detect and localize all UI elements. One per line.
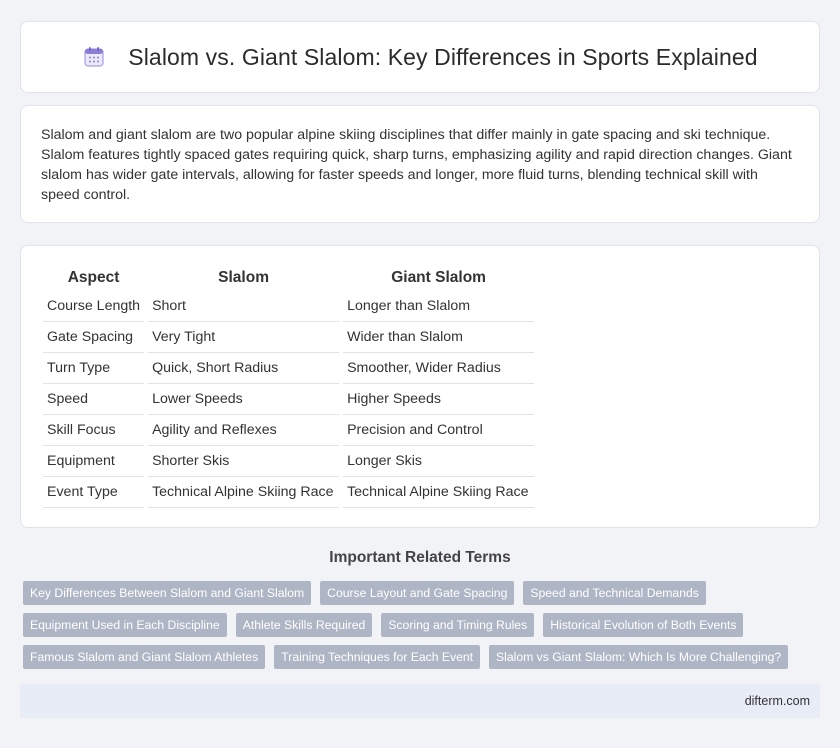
table-cell: Equipment bbox=[43, 446, 145, 477]
table-cell: Quick, Short Radius bbox=[148, 353, 340, 384]
table-row: Turn Type Quick, Short Radius Smoother, … bbox=[43, 353, 535, 384]
related-terms-title: Important Related Terms bbox=[329, 549, 511, 566]
intro-card: Slalom and giant slalom are two popular … bbox=[20, 105, 820, 223]
column-header-giant-slalom: Giant Slalom bbox=[391, 269, 486, 286]
table-cell: Course Length bbox=[43, 291, 145, 322]
table-cell: Higher Speeds bbox=[343, 384, 535, 415]
table-cell: Short bbox=[148, 291, 340, 322]
header-card: Slalom vs. Giant Slalom: Key Differences… bbox=[20, 21, 820, 93]
table-cell: Precision and Control bbox=[343, 415, 535, 446]
page-title: Slalom vs. Giant Slalom: Key Differences… bbox=[128, 43, 758, 70]
intro-paragraph: Slalom and giant slalom are two popular … bbox=[41, 127, 792, 203]
table-cell: Skill Focus bbox=[43, 415, 145, 446]
table-cell: Wider than Slalom bbox=[343, 322, 535, 353]
table-row: Gate Spacing Very Tight Wider than Slalo… bbox=[43, 322, 535, 353]
related-term-tag[interactable]: Slalom vs Giant Slalom: Which Is More Ch… bbox=[489, 645, 789, 669]
table-cell: Technical Alpine Skiing Race bbox=[343, 477, 535, 508]
calendar-icon bbox=[84, 47, 104, 67]
related-term-tag[interactable]: Athlete Skills Required bbox=[235, 613, 373, 637]
comparison-table: Aspect Slalom Giant Slalom Course Length… bbox=[39, 265, 538, 508]
table-cell: Gate Spacing bbox=[43, 322, 145, 353]
footer-domain[interactable]: difterm.com bbox=[745, 694, 810, 708]
related-term-tag[interactable]: Course Layout and Gate Spacing bbox=[320, 581, 515, 605]
table-cell: Very Tight bbox=[148, 322, 340, 353]
comparison-card: Aspect Slalom Giant Slalom Course Length… bbox=[20, 245, 820, 528]
title-wrap: Slalom vs. Giant Slalom: Key Differences… bbox=[82, 43, 758, 71]
table-row: Event Type Technical Alpine Skiing Race … bbox=[43, 477, 535, 508]
footer: difterm.com bbox=[20, 684, 820, 718]
column-header-slalom: Slalom bbox=[218, 269, 269, 286]
table-cell: Event Type bbox=[43, 477, 145, 508]
table-cell: Agility and Reflexes bbox=[148, 415, 340, 446]
related-term-tag[interactable]: Key Differences Between Slalom and Giant… bbox=[23, 581, 312, 605]
table-cell: Longer than Slalom bbox=[343, 291, 535, 322]
table-header-row: Aspect Slalom Giant Slalom bbox=[43, 265, 534, 291]
related-term-tag[interactable]: Training Techniques for Each Event bbox=[274, 645, 481, 669]
related-term-tag[interactable]: Equipment Used in Each Discipline bbox=[23, 613, 227, 637]
table-row: Speed Lower Speeds Higher Speeds bbox=[43, 384, 535, 415]
table-cell: Lower Speeds bbox=[148, 384, 340, 415]
related-term-tag[interactable]: Historical Evolution of Both Events bbox=[543, 613, 744, 637]
table-cell: Shorter Skis bbox=[148, 446, 340, 477]
related-terms-list: Key Differences Between Slalom and Giant… bbox=[23, 581, 803, 669]
table-row: Equipment Shorter Skis Longer Skis bbox=[43, 446, 535, 477]
related-term-tag[interactable]: Famous Slalom and Giant Slalom Athletes bbox=[23, 645, 266, 669]
table-cell: Longer Skis bbox=[343, 446, 535, 477]
table-row: Course Length Short Longer than Slalom bbox=[43, 291, 535, 322]
table-cell: Speed bbox=[43, 384, 145, 415]
table-cell: Turn Type bbox=[43, 353, 145, 384]
table-cell: Technical Alpine Skiing Race bbox=[148, 477, 340, 508]
related-term-tag[interactable]: Speed and Technical Demands bbox=[523, 581, 706, 605]
column-header-aspect: Aspect bbox=[67, 269, 120, 286]
related-term-tag[interactable]: Scoring and Timing Rules bbox=[381, 613, 535, 637]
table-cell: Smoother, Wider Radius bbox=[343, 353, 535, 384]
table-row: Skill Focus Agility and Reflexes Precisi… bbox=[43, 415, 535, 446]
